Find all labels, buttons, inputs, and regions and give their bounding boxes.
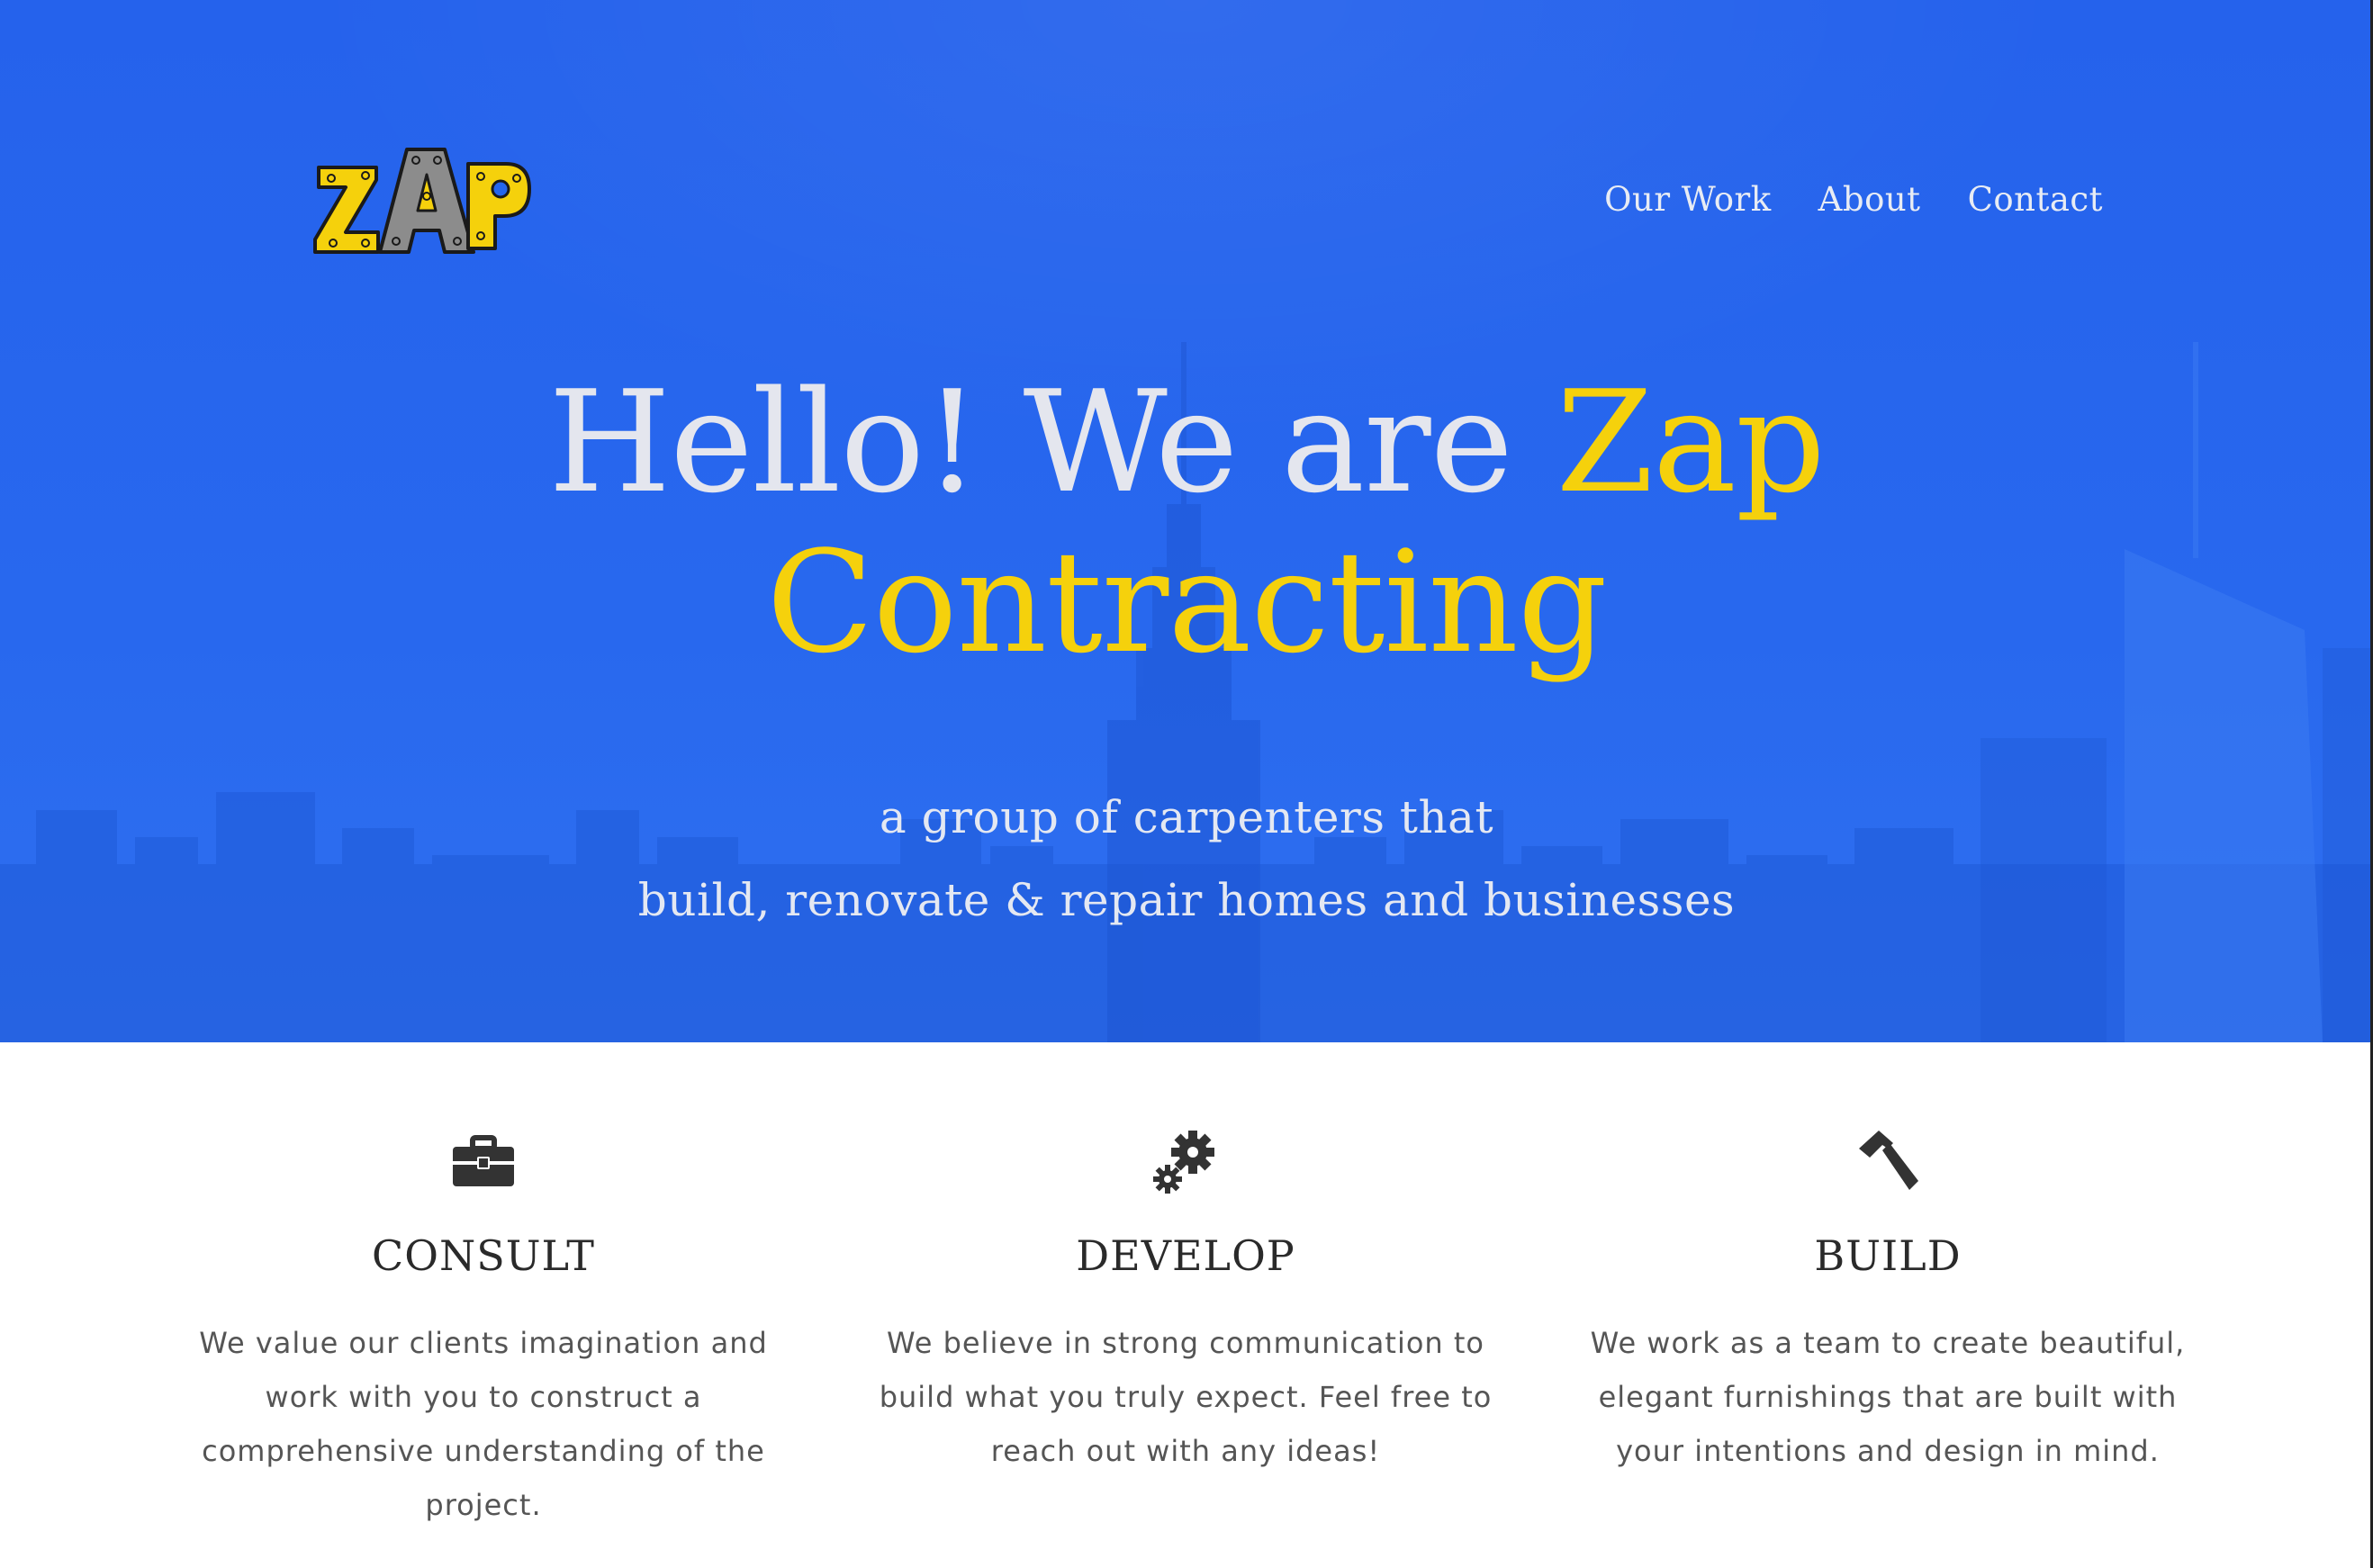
headline-accent-zap: Zap [1556,360,1826,524]
tagline-line-2: build, renovate & repair homes and busin… [637,874,1736,926]
hero-section: Our Work About Contact Hello! We are Zap… [0,0,2373,1042]
nav-contact[interactable]: Contact [1944,180,2103,219]
feature-text-line: reach out with any ideas! [990,1434,1381,1468]
feature-description: We believe in strong communication to bu… [862,1316,1510,1478]
main-nav: Our Work About Contact [1581,180,2103,219]
nav-about[interactable]: About [1795,180,1944,219]
feature-title: BUILD [1814,1231,1962,1280]
feature-text-line: We believe in strong communication to [886,1326,1484,1360]
feature-text-line: elegant furnishings that are built with [1598,1380,2178,1414]
feature-text-line: comprehensive understanding of the [202,1434,765,1468]
hero-tagline: a group of carpenters that build, renova… [0,776,2373,942]
feature-text-line: build what you truly expect. Feel free t… [879,1380,1493,1414]
feature-text-line: project. [425,1488,542,1522]
headline-prefix: Hello! We are [548,360,1513,524]
briefcase-icon [453,1135,514,1186]
nav-our-work[interactable]: Our Work [1581,180,1795,219]
tagline-line-1: a group of carpenters that [879,791,1494,843]
feature-text-line: your intentions and design in mind. [1616,1434,2160,1468]
feature-title: CONSULT [372,1231,595,1280]
zap-logo[interactable] [313,142,531,259]
feature-text-line: work with you to construct a [265,1380,702,1414]
feature-title: DEVELOP [1076,1231,1295,1280]
hero-headline: Hello! We are Zap Contracting [0,362,2373,682]
gears-icon [1153,1131,1214,1194]
headline-accent-contracting: Contracting [766,520,1607,684]
feature-text-line: We value our clients imagination and [199,1326,768,1360]
features-section: CONSULT We value our clients imagination… [0,1042,2373,1568]
hammer-icon [1859,1131,1918,1190]
feature-text-line: We work as a team to create beautiful, [1590,1326,2186,1360]
feature-description: We value our clients imagination and wor… [159,1316,808,1532]
feature-description: We work as a team to create beautiful, e… [1564,1316,2212,1478]
